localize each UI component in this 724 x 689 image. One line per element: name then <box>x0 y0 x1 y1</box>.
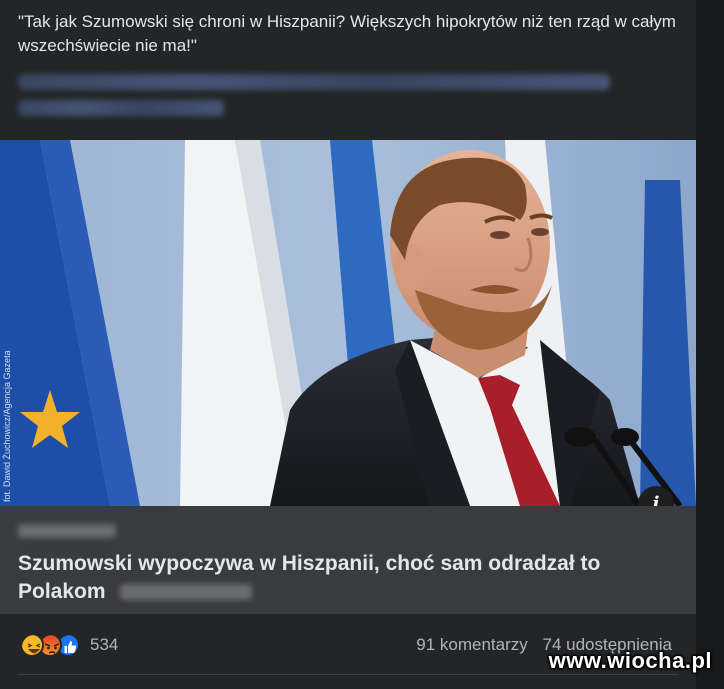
reaction-count[interactable]: 534 <box>90 635 118 655</box>
reactions-summary[interactable]: 534 <box>20 632 118 658</box>
footer-divider <box>18 674 678 675</box>
post-caption: "Tak jak Szumowski się chroni w Hiszpani… <box>18 12 676 55</box>
photo-credit: fot. Dawid Żuchowicz/Agencja Gazeta <box>2 350 12 502</box>
watermark: www.wiocha.pl <box>548 648 712 673</box>
link-title[interactable]: Szumowski wypoczywa w Hiszpanii, choć sa… <box>18 550 658 606</box>
haha-icon <box>20 633 44 657</box>
blurred-text <box>18 100 224 116</box>
photo-illustration: fot. Dawid Żuchowicz/Agencja Gazeta <box>0 140 696 506</box>
blurred-text <box>18 74 610 90</box>
post-photo[interactable]: fot. Dawid Żuchowicz/Agencja Gazeta <box>0 140 696 506</box>
link-preview[interactable]: Szumowski wypoczywa w Hiszpanii, choć sa… <box>0 506 696 614</box>
facebook-post: "Tak jak Szumowski się chroni w Hiszpani… <box>0 0 696 689</box>
blurred-text <box>119 584 252 601</box>
page-gutter <box>696 0 724 689</box>
link-title-text: Szumowski wypoczywa w Hiszpanii, choć sa… <box>18 552 601 603</box>
blurred-link-domain <box>18 524 116 538</box>
comments-count[interactable]: 91 komentarzy <box>416 635 528 654</box>
